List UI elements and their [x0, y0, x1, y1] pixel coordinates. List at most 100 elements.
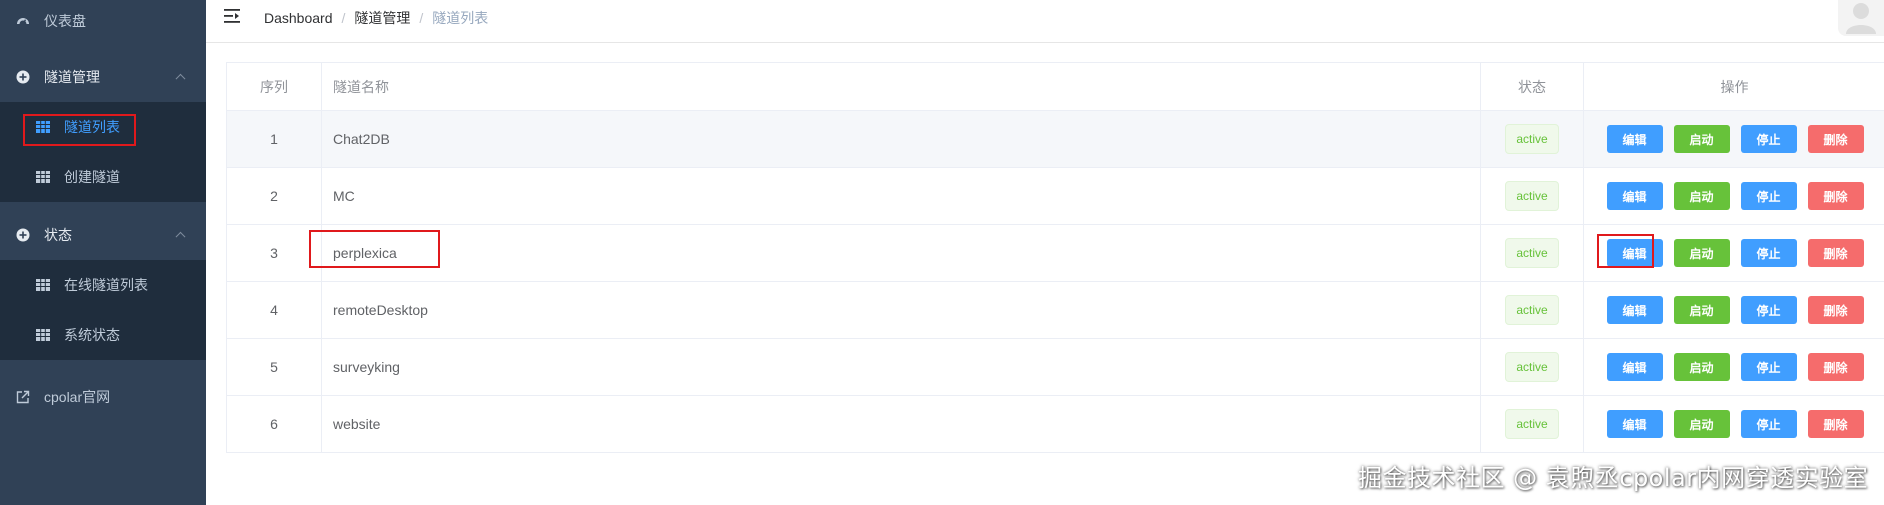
delete-button[interactable]: 删除: [1807, 296, 1864, 324]
table-row: 1 Chat2DB active 编辑 启动 停止 删除: [227, 111, 1884, 168]
breadcrumb: Dashboard / 隧道管理 / 隧道列表: [264, 8, 488, 28]
table-icon: [36, 328, 50, 342]
avatar[interactable]: [1838, 0, 1884, 36]
operations-cell: 编辑 启动 停止 删除: [1584, 282, 1884, 338]
tunnel-name: perplexica: [322, 225, 1481, 281]
tunnel-name: MC: [322, 168, 1481, 224]
table-header-row: 序列 隧道名称 状态 操作: [227, 63, 1884, 111]
delete-button[interactable]: 删除: [1807, 125, 1864, 153]
plus-circle-icon: [16, 228, 30, 242]
row-index: 1: [227, 111, 322, 167]
status-badge: active: [1505, 181, 1559, 211]
sidebar-item-system-status[interactable]: 系统状态: [0, 310, 206, 360]
sidebar-group-label: 状态: [44, 227, 72, 243]
column-header-status: 状态: [1481, 63, 1584, 110]
sidebar-item-label: 在线隧道列表: [64, 277, 148, 293]
stop-button[interactable]: 停止: [1740, 239, 1797, 267]
edit-button[interactable]: 编辑: [1606, 125, 1663, 153]
sidebar-item-label: 创建隧道: [64, 169, 120, 185]
hamburger-icon[interactable]: [224, 9, 240, 23]
table-row: 4 remoteDesktop active 编辑 启动 停止 删除: [227, 282, 1884, 339]
delete-button[interactable]: 删除: [1807, 410, 1864, 438]
breadcrumb-dashboard[interactable]: Dashboard: [264, 10, 333, 26]
status-badge: active: [1505, 409, 1559, 439]
stop-button[interactable]: 停止: [1740, 125, 1797, 153]
edit-button[interactable]: 编辑: [1606, 182, 1663, 210]
start-button[interactable]: 启动: [1673, 125, 1730, 153]
status-badge: active: [1505, 124, 1559, 154]
row-index: 3: [227, 225, 322, 281]
operations-cell: 编辑 启动 停止 删除: [1584, 396, 1884, 452]
table-row: 6 website active 编辑 启动 停止 删除: [227, 396, 1884, 453]
sidebar-item-label: 系统状态: [64, 327, 120, 343]
edit-button[interactable]: 编辑: [1606, 296, 1663, 324]
breadcrumb-tunnel-management[interactable]: 隧道管理: [354, 8, 410, 28]
status-cell: active: [1481, 111, 1584, 167]
highlight-box-edit: [1597, 234, 1654, 268]
sidebar-group-tunnel-management[interactable]: 隧道管理: [0, 52, 206, 102]
breadcrumb-separator: /: [419, 10, 424, 26]
status-submenu: 在线隧道列表 系统状态: [0, 260, 206, 360]
stop-button[interactable]: 停止: [1740, 296, 1797, 324]
table-row: 5 surveyking active 编辑 启动 停止 删除: [227, 339, 1884, 396]
status-cell: active: [1481, 168, 1584, 224]
delete-button[interactable]: 删除: [1807, 239, 1864, 267]
table-icon: [36, 170, 50, 184]
sidebar: 仪表盘 隧道管理 隧道列表 创建隧道 状态 在线隧道列表 系统状态 cpolar…: [0, 0, 206, 505]
status-badge: active: [1505, 295, 1559, 325]
operations-cell: 编辑 启动 停止 删除: [1584, 339, 1884, 395]
delete-button[interactable]: 删除: [1807, 182, 1864, 210]
chevron-up-icon: [175, 73, 186, 84]
row-index: 4: [227, 282, 322, 338]
sidebar-item-create-tunnel[interactable]: 创建隧道: [0, 152, 206, 202]
table-row: 2 MC active 编辑 启动 停止 删除: [227, 168, 1884, 225]
delete-button[interactable]: 删除: [1807, 353, 1864, 381]
stop-button[interactable]: 停止: [1740, 353, 1797, 381]
start-button[interactable]: 启动: [1673, 353, 1730, 381]
sidebar-item-cpolar-site[interactable]: cpolar官网: [0, 372, 206, 422]
sidebar-item-tunnel-list[interactable]: 隧道列表: [0, 102, 206, 152]
edit-button[interactable]: 编辑: [1606, 410, 1663, 438]
tunnel-name: website: [322, 396, 1481, 452]
operations-cell: 编辑 启动 停止 删除: [1584, 111, 1884, 167]
status-cell: active: [1481, 396, 1584, 452]
sidebar-item-online-tunnels[interactable]: 在线隧道列表: [0, 260, 206, 310]
start-button[interactable]: 启动: [1673, 239, 1730, 267]
sidebar-item-dashboard[interactable]: 仪表盘: [0, 0, 206, 42]
highlight-box-name: [309, 230, 440, 268]
start-button[interactable]: 启动: [1673, 410, 1730, 438]
sidebar-item-label: cpolar官网: [44, 389, 111, 405]
plus-circle-icon: [16, 70, 30, 84]
row-index: 2: [227, 168, 322, 224]
sidebar-item-label: 仪表盘: [44, 13, 86, 29]
tunnel-name: remoteDesktop: [322, 282, 1481, 338]
status-badge: active: [1505, 352, 1559, 382]
start-button[interactable]: 启动: [1673, 296, 1730, 324]
table-icon: [36, 278, 50, 292]
status-cell: active: [1481, 339, 1584, 395]
tunnel-name: surveyking: [322, 339, 1481, 395]
sidebar-group-status[interactable]: 状态: [0, 210, 206, 260]
user-avatar-icon: [1846, 3, 1876, 34]
breadcrumb-current: 隧道列表: [432, 10, 489, 26]
column-header-index: 序列: [227, 63, 322, 110]
start-button[interactable]: 启动: [1673, 182, 1730, 210]
edit-button[interactable]: 编辑: [1606, 353, 1663, 381]
highlight-box: [23, 114, 136, 146]
row-index: 5: [227, 339, 322, 395]
column-header-ops: 操作: [1720, 78, 1749, 95]
navbar: Dashboard / 隧道管理 / 隧道列表: [206, 0, 1884, 43]
column-header-name: 隧道名称: [322, 63, 1481, 110]
tunnel-submenu: 隧道列表 创建隧道: [0, 102, 206, 202]
external-link-icon: [16, 390, 30, 404]
operations-cell: 编辑 启动 停止 删除: [1584, 168, 1884, 224]
status-cell: active: [1481, 225, 1584, 281]
breadcrumb-separator: /: [341, 10, 346, 26]
stop-button[interactable]: 停止: [1740, 182, 1797, 210]
tunnel-name: Chat2DB: [322, 111, 1481, 167]
chevron-up-icon: [175, 231, 186, 242]
status-cell: active: [1481, 282, 1584, 338]
watermark: 掘金技术社区 @ 袁煦丞cpolar内网穿透实验室: [1358, 464, 1869, 492]
row-index: 6: [227, 396, 322, 452]
stop-button[interactable]: 停止: [1740, 410, 1797, 438]
